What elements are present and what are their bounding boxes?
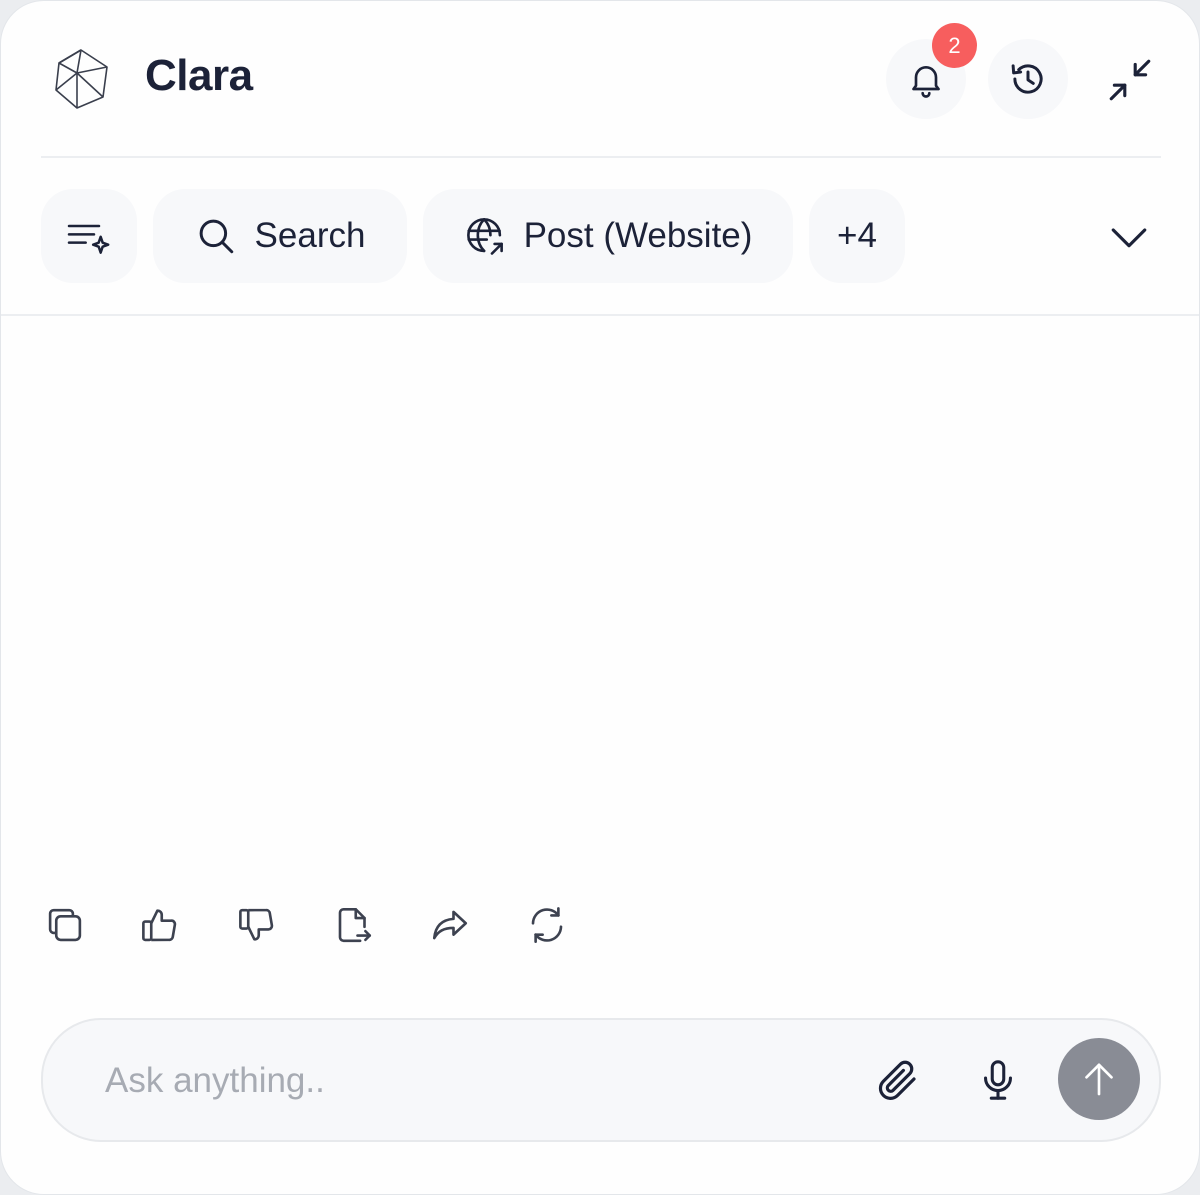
thumbs-up-icon: [142, 909, 177, 942]
thumbs-down-icon: [239, 908, 274, 941]
copy-icon: [48, 908, 82, 942]
minimize-icon: [1109, 59, 1151, 101]
header: Clara 2: [1, 1, 1199, 157]
share-button[interactable]: [422, 897, 478, 953]
message-area: [1, 316, 1199, 886]
filter-sparkle-icon: [67, 224, 110, 254]
thumbs-down-button[interactable]: [229, 897, 285, 953]
message-input[interactable]: [103, 1048, 807, 1114]
copy-button[interactable]: [37, 897, 93, 953]
polyhedron-logo-icon: [55, 49, 108, 109]
smart-filter-chip[interactable]: [41, 189, 137, 283]
share-icon: [432, 910, 468, 940]
expand-tools-button[interactable]: [1101, 209, 1157, 265]
thumbs-up-button[interactable]: [132, 897, 188, 953]
header-divider: [41, 156, 1161, 158]
arrow-up-icon: [1085, 1063, 1113, 1096]
search-chip-label: Search: [254, 216, 366, 255]
search-icon: [199, 219, 233, 254]
export-document-button[interactable]: [326, 897, 382, 953]
globe-share-icon: [466, 218, 503, 255]
minimize-button[interactable]: [1103, 53, 1157, 107]
history-button[interactable]: [988, 39, 1068, 119]
message-actions: [41, 897, 601, 953]
app-title: Clara: [145, 51, 253, 100]
search-chip[interactable]: Search: [153, 189, 407, 283]
export-document-icon: [338, 907, 372, 943]
tool-chips-bar: Search Post (Website) +4: [1, 187, 1199, 285]
microphone-icon: [984, 1060, 1012, 1100]
more-tools-chip[interactable]: +4: [809, 189, 905, 283]
attach-button[interactable]: [869, 1051, 927, 1109]
regenerate-button[interactable]: [519, 897, 575, 953]
notification-badge: 2: [932, 23, 977, 68]
chevron-down-icon: [1111, 228, 1147, 248]
post-website-chip[interactable]: Post (Website): [423, 189, 793, 283]
bell-icon: [912, 66, 940, 98]
paperclip-icon: [878, 1060, 916, 1100]
history-icon: [1011, 64, 1043, 94]
chat-panel: Clara 2 Search Post (Website) +4 Ask any…: [0, 0, 1200, 1195]
more-tools-count: +4: [837, 216, 877, 255]
voice-input-button[interactable]: [969, 1051, 1027, 1109]
regenerate-icon: [531, 907, 563, 943]
message-composer: [41, 1018, 1161, 1142]
post-website-chip-label: Post (Website): [523, 216, 753, 255]
send-button[interactable]: [1058, 1038, 1140, 1120]
